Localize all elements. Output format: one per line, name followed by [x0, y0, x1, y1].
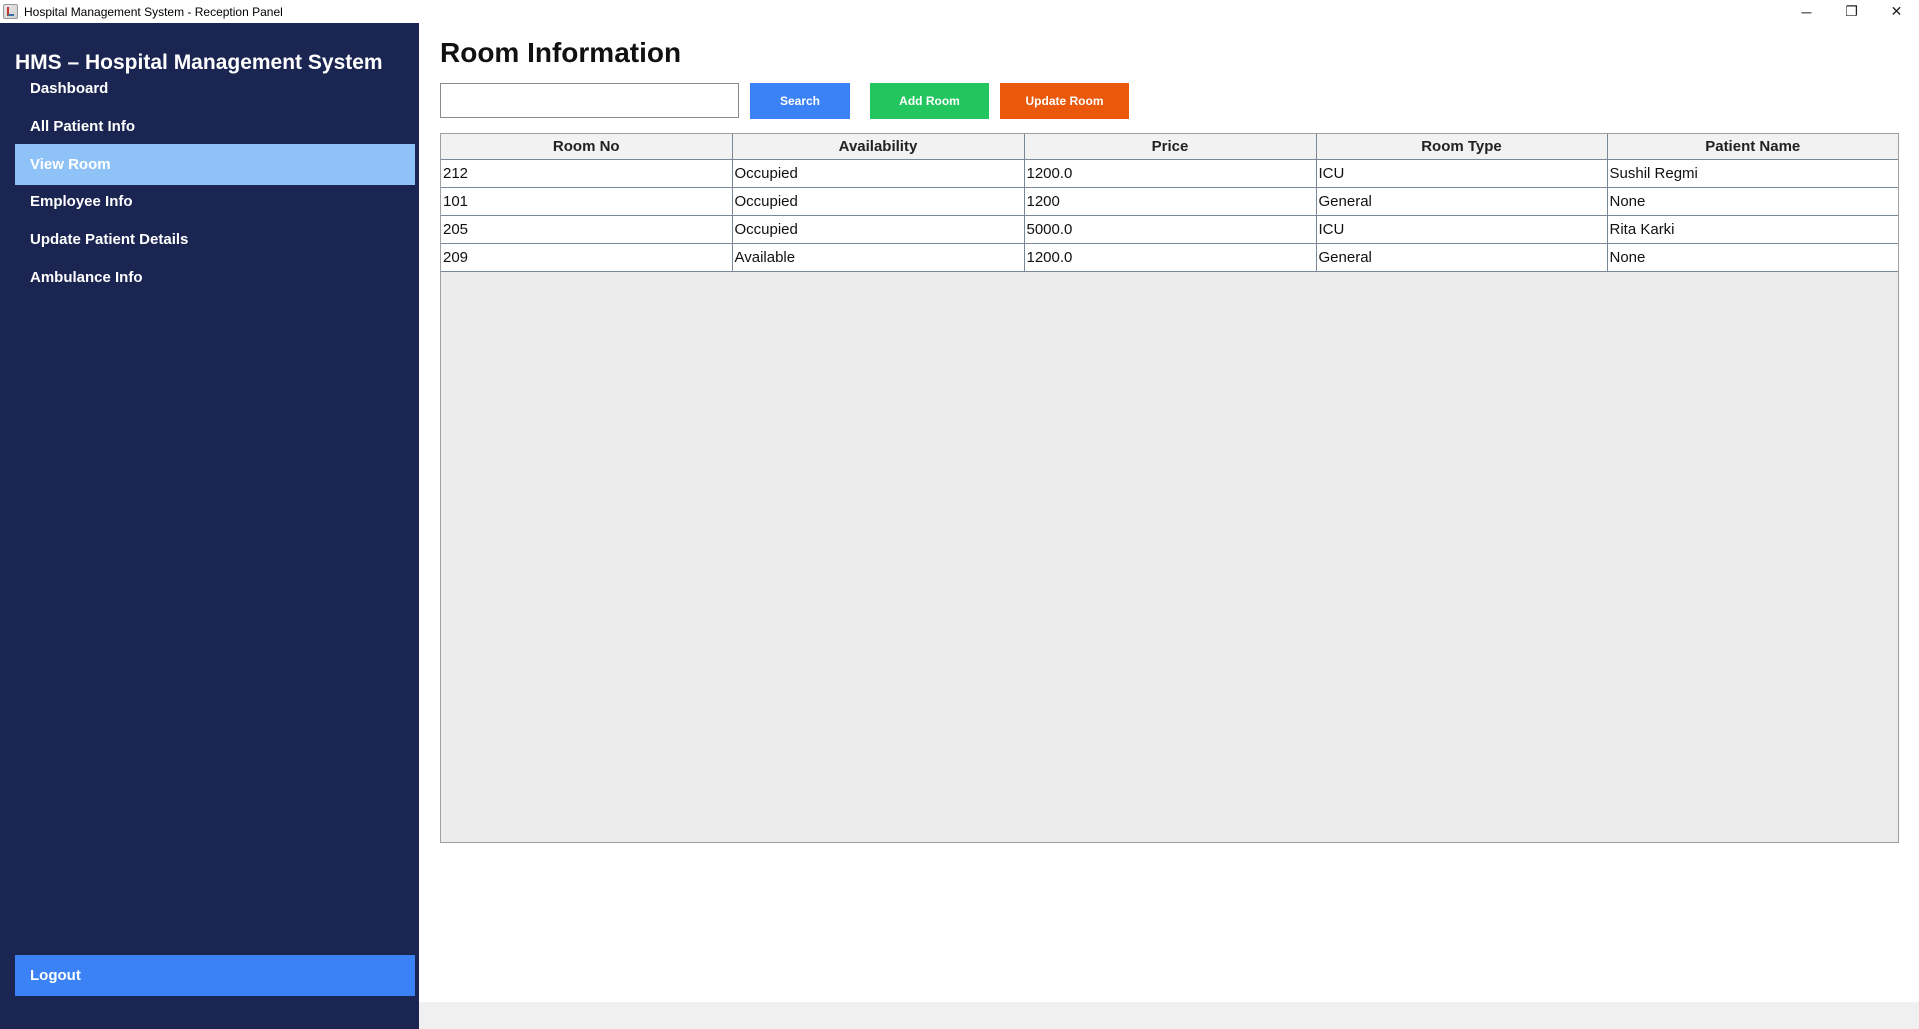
title-bar: Hospital Management System - Reception P…	[0, 0, 1919, 24]
sidebar-item-employee-info[interactable]: Employee Info	[15, 181, 415, 222]
room-table: Room No Availability Price Room Type Pat…	[441, 134, 1898, 272]
logout-button[interactable]: Logout	[15, 955, 415, 996]
update-room-button[interactable]: Update Room	[1000, 83, 1129, 119]
cell-patient-name[interactable]: Sushil Regmi	[1606, 159, 1898, 188]
cell-room-no[interactable]: 209	[441, 243, 733, 272]
cell-room-type[interactable]: ICU	[1315, 159, 1608, 188]
table-row[interactable]: 212 Occupied 1200.0 ICU Sushil Regmi	[441, 159, 1898, 188]
table-header-row: Room No Availability Price Room Type Pat…	[441, 134, 1898, 160]
column-header-room-no[interactable]: Room No	[441, 134, 733, 160]
sidebar-item-all-patient-info[interactable]: All Patient Info	[15, 106, 415, 147]
cell-patient-name[interactable]: None	[1606, 243, 1898, 272]
column-header-availability[interactable]: Availability	[731, 134, 1025, 160]
cell-patient-name[interactable]: None	[1606, 187, 1898, 216]
sidebar-item-dashboard[interactable]: Dashboard	[15, 68, 415, 109]
search-input[interactable]	[440, 83, 739, 118]
cell-room-no[interactable]: 101	[441, 187, 733, 216]
cell-availability[interactable]: Occupied	[731, 215, 1025, 244]
cell-availability[interactable]: Occupied	[731, 159, 1025, 188]
cell-price[interactable]: 1200	[1023, 187, 1317, 216]
window-controls: ─ ❐ ✕	[1784, 0, 1919, 23]
sidebar: HMS – Hospital Management System Dashboa…	[0, 23, 419, 1029]
column-header-room-type[interactable]: Room Type	[1315, 134, 1608, 160]
sidebar-item-update-patient-details[interactable]: Update Patient Details	[15, 219, 415, 260]
table-row[interactable]: 205 Occupied 5000.0 ICU Rita Karki	[441, 215, 1898, 244]
restore-icon[interactable]: ❐	[1829, 0, 1874, 23]
cell-price[interactable]: 5000.0	[1023, 215, 1317, 244]
column-header-price[interactable]: Price	[1023, 134, 1317, 160]
cell-room-type[interactable]: General	[1315, 187, 1608, 216]
cell-availability[interactable]: Available	[731, 243, 1025, 272]
search-button[interactable]: Search	[750, 83, 850, 119]
cell-room-no[interactable]: 212	[441, 159, 733, 188]
page-title: Room Information	[440, 37, 682, 68]
sidebar-item-ambulance-info[interactable]: Ambulance Info	[15, 257, 415, 298]
minimize-icon[interactable]: ─	[1784, 0, 1829, 23]
column-header-patient-name[interactable]: Patient Name	[1606, 134, 1898, 160]
cell-patient-name[interactable]: Rita Karki	[1606, 215, 1898, 244]
cell-room-type[interactable]: ICU	[1315, 215, 1608, 244]
status-bar	[419, 1002, 1919, 1029]
table-row[interactable]: 209 Available 1200.0 General None	[441, 243, 1898, 272]
java-app-icon	[3, 4, 18, 19]
sidebar-item-view-room[interactable]: View Room	[15, 144, 415, 185]
room-table-container: Room No Availability Price Room Type Pat…	[440, 133, 1899, 843]
add-room-button[interactable]: Add Room	[870, 83, 989, 119]
cell-room-type[interactable]: General	[1315, 243, 1608, 272]
close-icon[interactable]: ✕	[1874, 0, 1919, 23]
table-row[interactable]: 101 Occupied 1200 General None	[441, 187, 1898, 216]
cell-price[interactable]: 1200.0	[1023, 159, 1317, 188]
cell-availability[interactable]: Occupied	[731, 187, 1025, 216]
cell-price[interactable]: 1200.0	[1023, 243, 1317, 272]
main-content: Room Information Search Add Room Update …	[419, 23, 1919, 1029]
window-title: Hospital Management System - Reception P…	[24, 4, 283, 19]
cell-room-no[interactable]: 205	[441, 215, 733, 244]
